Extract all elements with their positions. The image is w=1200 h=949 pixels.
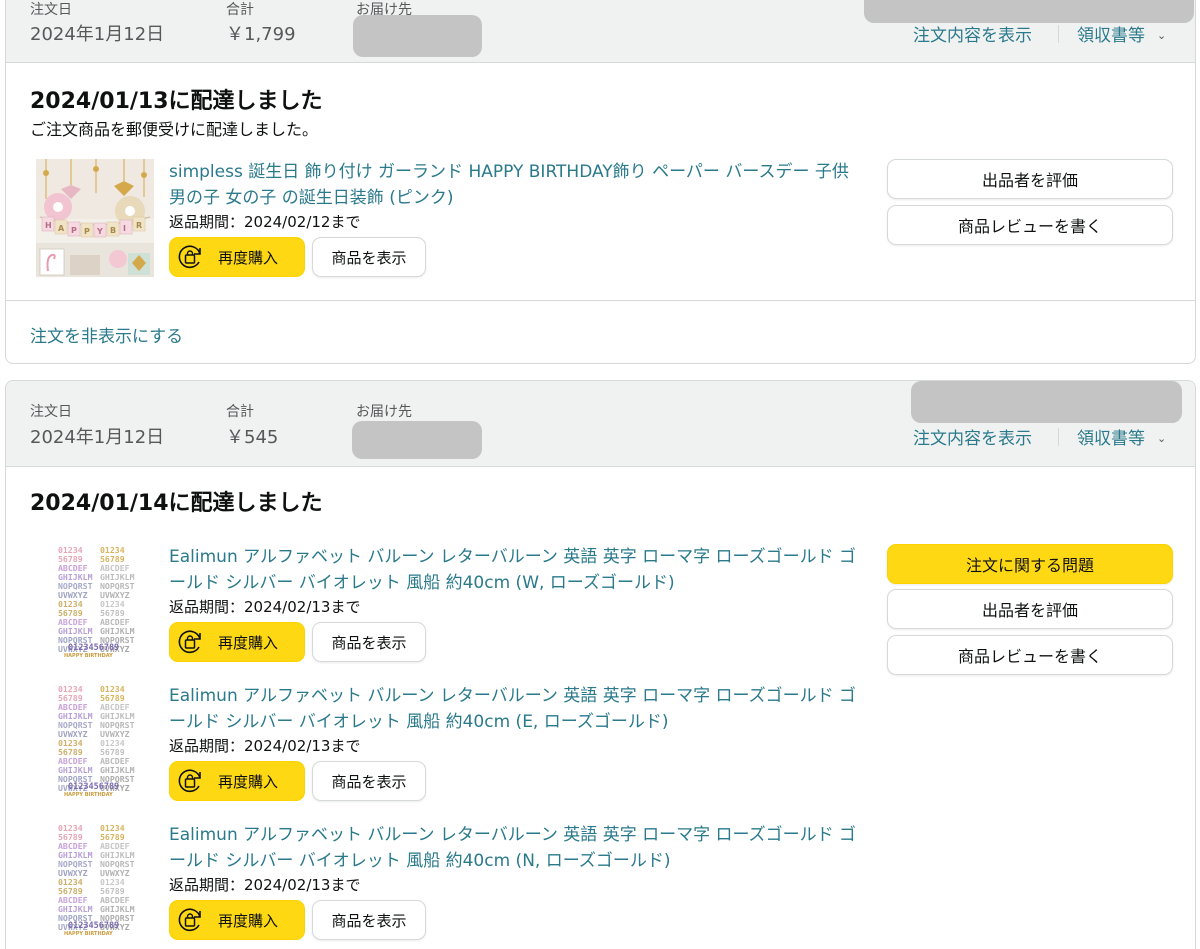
birthday-garland-image: H A P P Y B I R: [36, 159, 154, 277]
buy-again-button[interactable]: 再度購入: [169, 237, 305, 277]
garland-letter: Y: [96, 227, 103, 236]
redacted-order-number: [864, 0, 1194, 23]
view-item-button[interactable]: 商品を表示: [312, 761, 426, 801]
redacted-order-number: [911, 381, 1182, 423]
order-header: 注文日 2024年1月12日 合計 ￥1,799 お届け先 注文内容を表示 領収…: [6, 0, 1195, 63]
order-total-label: 合計: [226, 404, 254, 420]
order-total-label: 合計: [226, 2, 254, 18]
buy-again-button[interactable]: 再度購入: [169, 622, 305, 662]
balloon-happy-birthday: HAPPY BIRTHDAY: [64, 792, 113, 798]
view-order-details-link[interactable]: 注文内容を表示: [913, 21, 1032, 46]
buy-again-label: 再度購入: [218, 248, 279, 267]
buy-again-label: 再度購入: [218, 772, 279, 791]
return-period: 返品期間：2024/02/13まで: [169, 737, 361, 755]
header-divider: [1058, 428, 1059, 446]
order-date-label: 注文日: [30, 2, 72, 18]
alphabet-balloon-image: 01234 56789 ABCDEF GHIJKLM NOPQRST UVWXYZ 0123…: [36, 822, 154, 940]
balloon-happy-birthday: HAPPY BIRTHDAY: [64, 931, 113, 937]
order-card-2: 注文日 2024年1月12日 合計 ￥545 お届け先 注文内容を表示 領収書等…: [5, 380, 1196, 949]
refresh-bag-icon: [170, 623, 210, 661]
balloon-letter-column: 01234 56789 ABCDEF GHIJKLM NOPQRST UVWXYZ 0123…: [100, 824, 135, 932]
balloon-letter-column: 01234 56789 ABCDEF GHIJKLM NOPQRST UVWXYZ 0123…: [58, 685, 93, 793]
header-divider: [1058, 25, 1059, 43]
order-total: ￥545: [226, 427, 279, 448]
order-date: 2024年1月12日: [30, 427, 165, 448]
balloon-digits-row: 0123456789: [68, 921, 120, 931]
order-item: 01234 56789 ABCDEF GHIJKLM NOPQRST UVWXYZ 0123…: [6, 822, 1195, 949]
product-thumbnail[interactable]: H A P P Y B I R: [36, 159, 154, 277]
alphabet-balloon-image: 01234 56789 ABCDEF GHIJKLM NOPQRST UVWXYZ 0123…: [36, 544, 154, 662]
balloon-letter-column: 01234 56789 ABCDEF GHIJKLM NOPQRST UVWXYZ 0123…: [58, 824, 93, 932]
receipts-dropdown[interactable]: 領収書等 ⌄: [1077, 424, 1166, 449]
return-period: 返品期間：2024/02/12まで: [169, 213, 361, 231]
order-date: 2024年1月12日: [30, 24, 165, 45]
balloon-letter-column: 01234 56789 ABCDEF GHIJKLM NOPQRST UVWXYZ 0123…: [58, 546, 93, 654]
garland-letter: P: [84, 227, 90, 236]
view-item-button[interactable]: 商品を表示: [312, 900, 426, 940]
delivery-status-title: 2024/01/13に配達しました: [30, 89, 323, 114]
garland-letter: I: [123, 224, 126, 233]
garland-letter: B: [110, 226, 116, 235]
order-item: 01234 56789 ABCDEF GHIJKLM NOPQRST UVWXYZ 0123…: [6, 683, 1195, 813]
delivery-status-note: ご注文商品を郵便受けに配達しました。: [30, 120, 319, 139]
product-title-link[interactable]: simpless 誕生日 飾り付け ガーランド HAPPY BIRTHDAY飾り…: [169, 159, 869, 211]
hide-order-link[interactable]: 注文を非表示にする: [30, 322, 183, 347]
order-header: 注文日 2024年1月12日 合計 ￥545 お届け先 注文内容を表示 領収書等…: [6, 381, 1195, 467]
view-order-details-link[interactable]: 注文内容を表示: [913, 424, 1032, 449]
delivery-status-title: 2024/01/14に配達しました: [30, 491, 323, 516]
return-period: 返品期間：2024/02/13まで: [169, 876, 361, 894]
product-thumbnail[interactable]: 01234 56789 ABCDEF GHIJKLM NOPQRST UVWXYZ 0123…: [36, 683, 154, 801]
rate-seller-button[interactable]: 出品者を評価: [887, 589, 1173, 629]
garland-letter: R: [136, 221, 142, 230]
balloon-letter-column: 01234 56789 ABCDEF GHIJKLM NOPQRST UVWXYZ 0123…: [100, 546, 135, 654]
garland-letter: P: [71, 226, 77, 235]
balloon-digits-row: 0123456789: [68, 643, 120, 653]
product-title-link[interactable]: Ealimun アルファベット バルーン レターバルーン 英語 英字 ローマ字 …: [169, 822, 869, 874]
garland-letter: H: [45, 221, 52, 230]
chevron-down-icon: ⌄: [1157, 29, 1167, 42]
redacted-recipient: [352, 421, 482, 459]
order-card-1: 注文日 2024年1月12日 合計 ￥1,799 お届け先 注文内容を表示 領収…: [5, 0, 1196, 364]
product-thumbnail[interactable]: 01234 56789 ABCDEF GHIJKLM NOPQRST UVWXYZ 0123…: [36, 822, 154, 940]
buy-again-label: 再度購入: [218, 911, 279, 930]
view-item-button[interactable]: 商品を表示: [312, 622, 426, 662]
balloon-digits-row: 0123456789: [68, 782, 120, 792]
redacted-recipient: [353, 15, 482, 57]
garland-letter: A: [58, 224, 65, 233]
product-title-link[interactable]: Ealimun アルファベット バルーン レターバルーン 英語 英字 ローマ字 …: [169, 544, 869, 596]
return-period: 返品期間：2024/02/13まで: [169, 598, 361, 616]
receipts-label: 領収書等: [1077, 26, 1145, 46]
buy-again-button[interactable]: 再度購入: [169, 761, 305, 801]
rate-seller-button[interactable]: 出品者を評価: [887, 159, 1173, 199]
refresh-bag-icon: [170, 238, 210, 276]
product-thumbnail[interactable]: 01234 56789 ABCDEF GHIJKLM NOPQRST UVWXYZ 0123…: [36, 544, 154, 662]
refresh-bag-icon: [170, 762, 210, 800]
receipts-label: 領収書等: [1077, 429, 1145, 449]
refresh-bag-icon: [170, 901, 210, 939]
alphabet-balloon-image: 01234 56789 ABCDEF GHIJKLM NOPQRST UVWXYZ 0123…: [36, 683, 154, 801]
write-review-button[interactable]: 商品レビューを書く: [887, 205, 1173, 245]
write-review-button[interactable]: 商品レビューを書く: [887, 635, 1173, 675]
ship-to-label: お届け先: [356, 404, 412, 420]
order-total: ￥1,799: [226, 24, 296, 45]
receipts-dropdown[interactable]: 領収書等 ⌄: [1077, 21, 1166, 46]
buy-again-label: 再度購入: [218, 633, 279, 652]
card-divider: [6, 300, 1195, 301]
order-problem-button[interactable]: 注文に関する問題: [887, 544, 1173, 584]
view-item-button[interactable]: 商品を表示: [312, 237, 426, 277]
chevron-down-icon: ⌄: [1157, 432, 1167, 445]
product-title-link[interactable]: Ealimun アルファベット バルーン レターバルーン 英語 英字 ローマ字 …: [169, 683, 869, 735]
balloon-letter-column: 01234 56789 ABCDEF GHIJKLM NOPQRST UVWXYZ 0123…: [100, 685, 135, 793]
balloon-happy-birthday: HAPPY BIRTHDAY: [64, 653, 113, 659]
order-date-label: 注文日: [30, 404, 72, 420]
buy-again-button[interactable]: 再度購入: [169, 900, 305, 940]
